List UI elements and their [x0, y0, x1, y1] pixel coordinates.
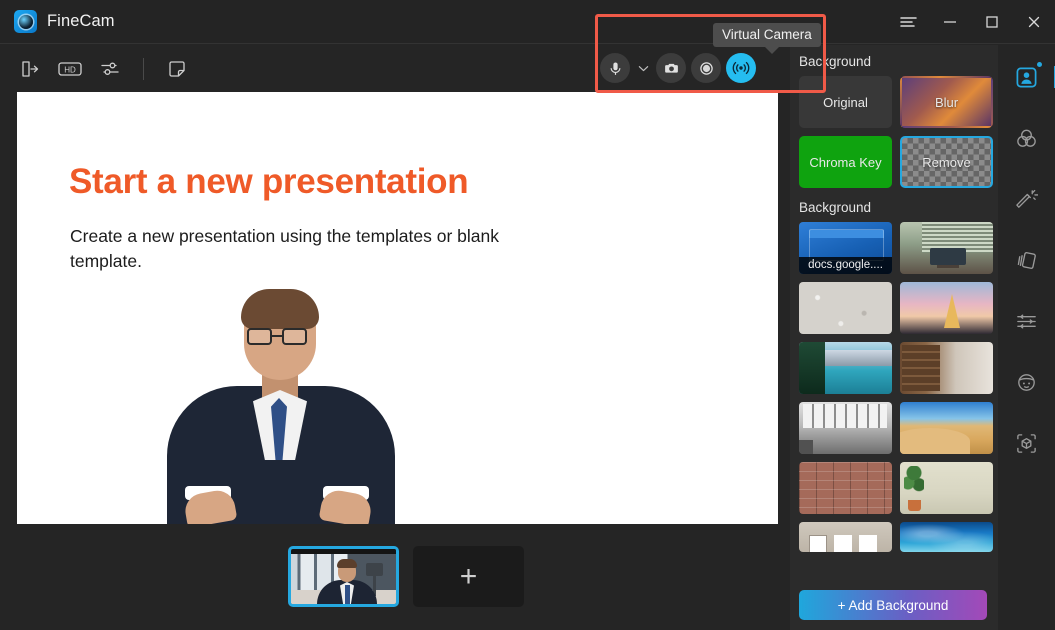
- close-button[interactable]: [1013, 0, 1055, 44]
- mode-heading: Background: [799, 54, 872, 69]
- mode-chroma-key[interactable]: Chroma Key: [799, 136, 892, 188]
- app-title: FineCam: [47, 12, 115, 30]
- exit-icon[interactable]: [13, 54, 47, 84]
- capture-controls: [600, 53, 756, 83]
- camera-source-thumbnail[interactable]: [288, 546, 399, 607]
- source-filmstrip: +: [288, 546, 524, 607]
- 3d-object-icon[interactable]: [1010, 428, 1044, 459]
- background-thumb[interactable]: [900, 522, 993, 552]
- virtual-camera-tooltip: Virtual Camera: [713, 23, 821, 54]
- background-thumb[interactable]: [799, 522, 892, 552]
- mode-blur[interactable]: Blur: [900, 76, 993, 128]
- maximize-button[interactable]: [971, 0, 1013, 44]
- background-thumb[interactable]: [799, 342, 892, 394]
- background-thumb[interactable]: [799, 282, 892, 334]
- snapshot-camera-icon[interactable]: [656, 53, 686, 83]
- background-thumb[interactable]: [900, 402, 993, 454]
- finecam-window: FineCam HD Virtual Camera Start a new pr…: [0, 0, 1055, 630]
- chevron-down-icon[interactable]: [635, 53, 651, 83]
- portrait-icon[interactable]: [1010, 62, 1055, 93]
- virtual-camera-icon[interactable]: [726, 53, 756, 83]
- settings-sliders-icon[interactable]: [93, 54, 127, 84]
- add-background-button[interactable]: + Add Background: [799, 590, 987, 620]
- background-thumb[interactable]: [900, 342, 993, 394]
- sticker-icon[interactable]: [160, 54, 194, 84]
- adjust-sliders-icon[interactable]: [1010, 306, 1044, 337]
- title-bar: FineCam: [0, 0, 1055, 44]
- magic-wand-icon[interactable]: [1010, 184, 1044, 215]
- record-icon[interactable]: [691, 53, 721, 83]
- background-thumb[interactable]: [900, 462, 993, 514]
- mode-chroma-key-label: Chroma Key: [809, 154, 882, 170]
- window-controls: [887, 0, 1055, 44]
- hd-icon[interactable]: HD: [53, 54, 87, 84]
- minimize-button[interactable]: [929, 0, 971, 44]
- background-thumb[interactable]: docs.google....: [799, 222, 892, 274]
- app-logo-icon: [14, 10, 37, 33]
- background-thumb[interactable]: [900, 222, 993, 274]
- svg-text:HD: HD: [64, 65, 76, 74]
- video-preview[interactable]: Start a new presentation Create a new pr…: [17, 92, 778, 524]
- slide-title: Start a new presentation: [69, 162, 469, 201]
- add-source-button[interactable]: +: [413, 546, 524, 607]
- mode-original[interactable]: Original: [799, 76, 892, 128]
- mode-remove-label: Remove: [922, 154, 971, 170]
- background-panel: Background Original Blur Chroma Key Remo…: [790, 45, 998, 630]
- microphone-icon[interactable]: [600, 53, 630, 83]
- layers-icon[interactable]: [1010, 245, 1044, 276]
- slide-subtitle: Create a new presentation using the temp…: [70, 226, 500, 272]
- background-thumb[interactable]: [799, 402, 892, 454]
- gallery-heading: Background: [799, 200, 872, 215]
- avatar-face-icon[interactable]: [1010, 367, 1044, 398]
- background-thumb-caption: docs.google....: [799, 257, 892, 274]
- background-thumb[interactable]: [799, 462, 892, 514]
- color-circles-icon[interactable]: [1010, 123, 1044, 154]
- mode-original-label: Original: [823, 94, 868, 110]
- background-gallery: docs.google....: [790, 222, 998, 552]
- background-mode-grid: Original Blur Chroma Key Remove: [790, 76, 998, 188]
- menu-button[interactable]: [887, 0, 929, 44]
- tool-rail: [998, 45, 1055, 630]
- background-thumb[interactable]: [900, 282, 993, 334]
- mode-remove[interactable]: Remove: [900, 136, 993, 188]
- gallery-fade: [790, 560, 998, 578]
- toolbar-divider: [143, 57, 144, 80]
- presenter-cutout: [149, 289, 409, 524]
- mode-blur-label: Blur: [934, 94, 959, 110]
